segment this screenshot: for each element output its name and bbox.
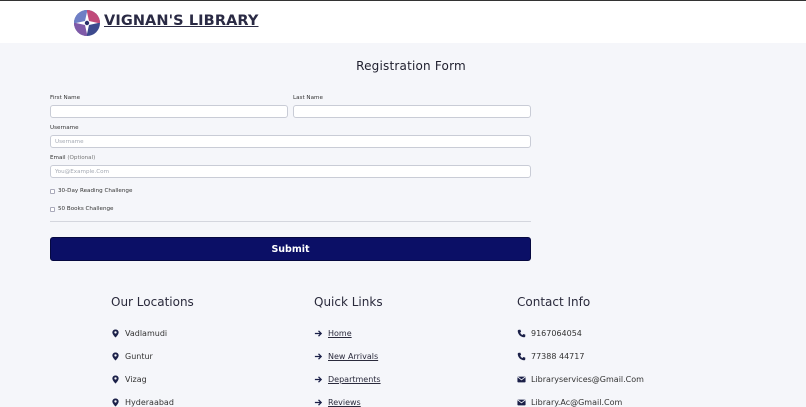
contact-email-2: Library.Ac@Gmail.Com — [531, 398, 623, 407]
challenge-50-books-checkbox[interactable] — [50, 206, 55, 212]
challenge-30-day-row[interactable]: 30-Day Reading Challenge — [50, 188, 132, 194]
envelope-icon — [517, 399, 526, 406]
submit-button[interactable]: Submit — [50, 237, 531, 261]
form-title: Registration Form — [356, 59, 466, 73]
phone-icon — [517, 329, 526, 338]
envelope-icon — [517, 376, 526, 383]
email-label-text: Email — [50, 155, 66, 161]
location-text: Guntur — [125, 352, 153, 361]
email-label: Email (Optional) — [50, 155, 95, 161]
arrow-right-icon — [314, 399, 323, 406]
email-input[interactable] — [50, 165, 531, 178]
email-optional-hint: (Optional) — [67, 155, 96, 161]
challenge-50-books-label: 50 Books Challenge — [58, 206, 114, 212]
arrow-right-icon — [314, 330, 323, 337]
quick-link-item[interactable]: Home — [314, 322, 383, 345]
contact-item: 77388 44717 — [517, 345, 644, 368]
quick-link-new-arrivals[interactable]: New Arrivals — [328, 352, 378, 361]
locations-title: Our Locations — [111, 295, 194, 309]
site-header: VIGNAN'S LIBRARY — [0, 1, 806, 43]
challenge-30-day-checkbox[interactable] — [50, 188, 55, 194]
map-pin-icon — [112, 375, 119, 384]
last-name-input[interactable] — [293, 105, 531, 118]
first-name-input[interactable] — [50, 105, 288, 118]
quick-links-title: Quick Links — [314, 295, 383, 309]
username-label: Username — [50, 125, 79, 131]
quick-link-item[interactable]: Reviews — [314, 391, 383, 407]
map-pin-icon — [112, 352, 119, 361]
contact-item: Library.Ac@Gmail.Com — [517, 391, 644, 407]
map-pin-icon — [112, 398, 119, 407]
form-divider — [50, 221, 531, 222]
quick-link-item[interactable]: Departments — [314, 368, 383, 391]
library-logo-icon[interactable] — [73, 9, 101, 37]
contact-item: 9167064054 — [517, 322, 644, 345]
location-item: Guntur — [111, 345, 194, 368]
location-item: Vadlamudi — [111, 322, 194, 345]
contact-phone-2: 77388 44717 — [531, 352, 585, 361]
username-input[interactable] — [50, 135, 531, 148]
arrow-right-icon — [314, 376, 323, 383]
arrow-right-icon — [314, 353, 323, 360]
challenge-50-books-row[interactable]: 50 Books Challenge — [50, 206, 113, 212]
brand-link[interactable]: VIGNAN'S LIBRARY — [104, 13, 259, 29]
location-item: Vizag — [111, 368, 194, 391]
quick-link-item[interactable]: New Arrivals — [314, 345, 383, 368]
location-text: Vadlamudi — [125, 329, 168, 338]
quick-link-departments[interactable]: Departments — [328, 375, 381, 384]
quick-link-home[interactable]: Home — [328, 329, 352, 338]
quick-links-column: Quick Links Home New Arrivals Department… — [314, 295, 383, 407]
quick-link-reviews[interactable]: Reviews — [328, 398, 361, 407]
challenge-30-day-label: 30-Day Reading Challenge — [58, 188, 133, 194]
first-name-label: First Name — [50, 95, 81, 101]
contact-column: Contact Info 9167064054 77388 44717 Libr… — [517, 295, 644, 407]
map-pin-icon — [112, 329, 119, 338]
location-text: Vizag — [125, 375, 147, 384]
contact-phone-1: 9167064054 — [531, 329, 582, 338]
last-name-label: Last Name — [293, 95, 323, 101]
location-item: Hyderaabad — [111, 391, 194, 407]
locations-column: Our Locations Vadlamudi Guntur Vizag Hyd… — [111, 295, 194, 407]
location-text: Hyderaabad — [125, 398, 174, 407]
phone-icon — [517, 352, 526, 361]
contact-email-1: Libraryservices@Gmail.Com — [531, 375, 644, 384]
contact-item: Libraryservices@Gmail.Com — [517, 368, 644, 391]
contact-title: Contact Info — [517, 295, 591, 309]
